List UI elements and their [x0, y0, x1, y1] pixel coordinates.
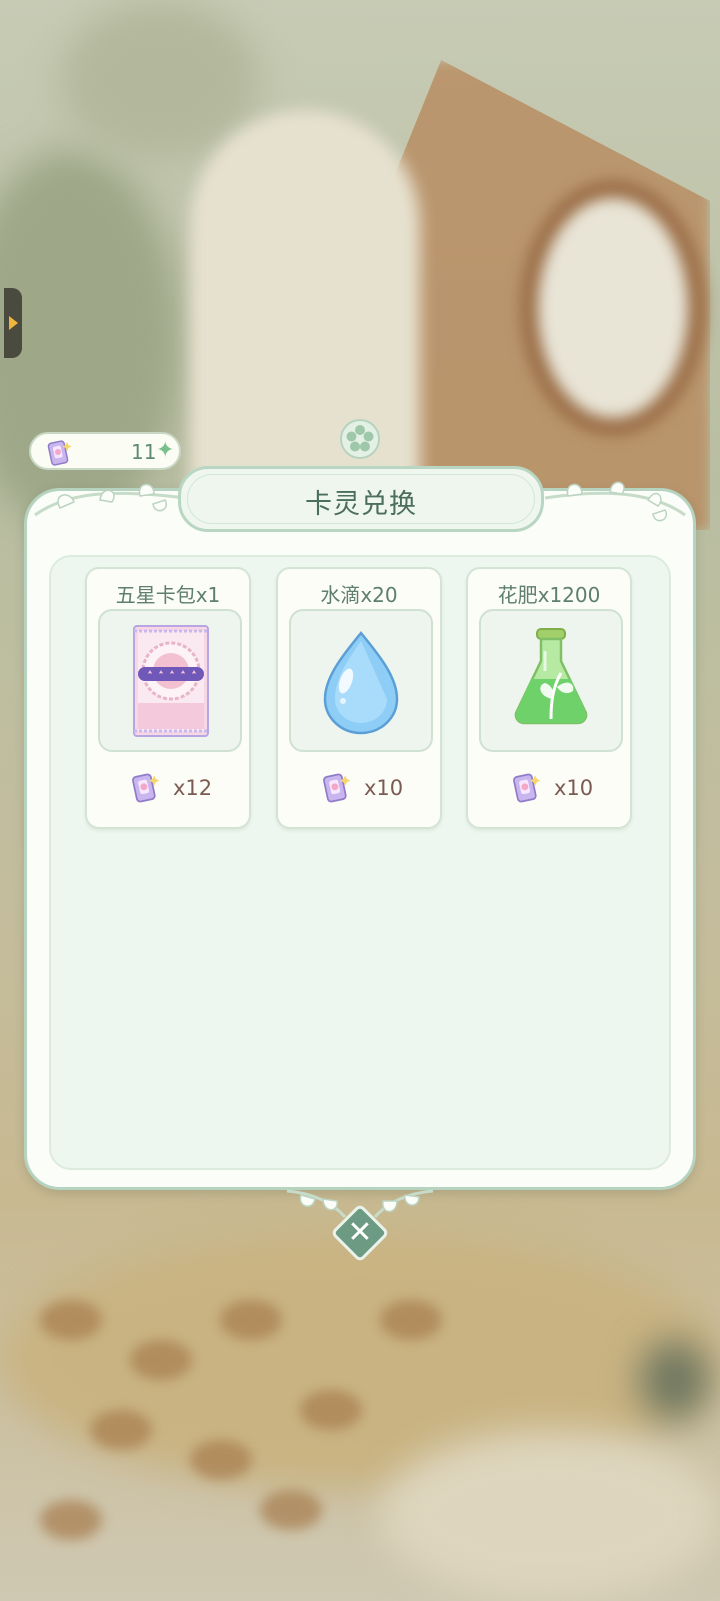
- background-crop: [190, 1440, 252, 1480]
- card-ticket-icon: [132, 773, 160, 803]
- item-cost: x10: [364, 776, 404, 800]
- item-image-box: [98, 609, 242, 752]
- item-image-box: [479, 609, 623, 752]
- vine-decoration-right: [544, 481, 686, 522]
- close-icon[interactable]: ✕: [344, 1211, 376, 1255]
- background-crop: [40, 1500, 102, 1540]
- item-name: 五星卡包x1: [115, 583, 221, 607]
- side-drawer-tab[interactable]: [4, 288, 22, 358]
- fertilizer-flask-icon: [514, 628, 588, 725]
- item-cost: x10: [554, 776, 594, 800]
- flower-emblem-icon: [340, 419, 380, 459]
- exchange-item-card[interactable]: 五星卡包x1 x12: [85, 567, 251, 829]
- card-ticket-balance[interactable]: 11 ✦: [29, 432, 181, 470]
- background-crop: [300, 1390, 362, 1430]
- card-ticket-icon: [47, 440, 72, 466]
- exchange-item-card[interactable]: 水滴x20 x10: [276, 567, 442, 829]
- background-crop: [260, 1490, 322, 1530]
- card-ticket-icon: [323, 773, 351, 803]
- exchange-item-card[interactable]: 花肥x1200 x10: [466, 567, 632, 829]
- background-crop: [380, 1300, 442, 1340]
- background-crop: [130, 1340, 192, 1380]
- background-path: [380, 1430, 720, 1600]
- background-bush: [640, 1340, 710, 1420]
- item-cost: x12: [173, 776, 213, 800]
- background-crop: [90, 1410, 152, 1450]
- item-image-box: [289, 609, 433, 752]
- panel-title: 卡灵兑换: [305, 489, 417, 520]
- panel-title-banner: 卡灵兑换: [178, 466, 544, 532]
- item-name: 水滴x20: [320, 583, 398, 607]
- water-drop-icon: [323, 631, 399, 735]
- vine-decoration-left: [34, 483, 186, 517]
- background-crop: [40, 1300, 102, 1340]
- card-ticket-count: 11: [131, 440, 157, 464]
- plus-sparkle-icon[interactable]: ✦: [156, 438, 174, 463]
- background-crop: [220, 1300, 282, 1340]
- item-name: 花肥x1200: [497, 583, 601, 607]
- five-star-card-pack-icon: [133, 625, 209, 737]
- background-house-window: [520, 180, 706, 436]
- card-ticket-icon: [513, 773, 541, 803]
